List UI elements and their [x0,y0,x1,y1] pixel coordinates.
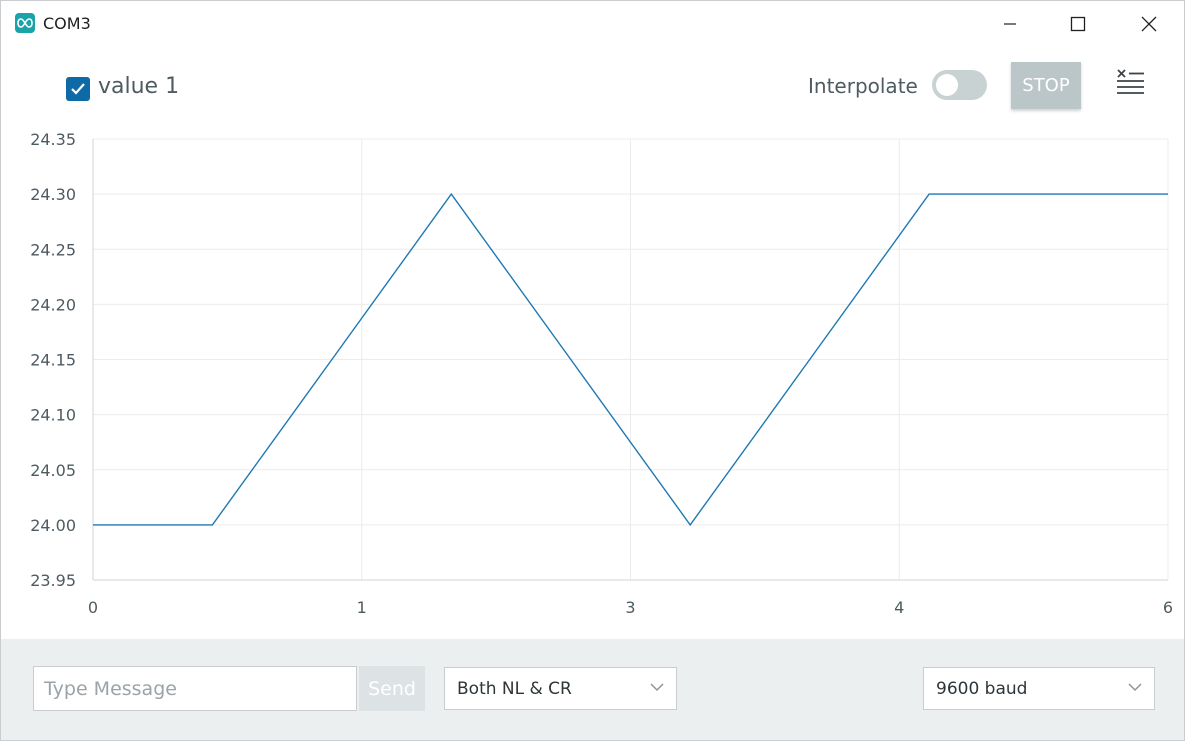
interpolate-label: Interpolate [808,74,918,98]
message-input[interactable]: Type Message [33,666,357,711]
x-tick-label: 0 [88,598,98,617]
clear-list-icon [1117,69,1144,94]
y-tick-label: 24.00 [30,516,76,535]
interpolate-toggle[interactable] [932,70,987,100]
send-button[interactable]: Send [359,666,425,711]
title-bar: COM3 [1,1,1184,47]
y-tick-label: 23.95 [30,571,76,590]
stop-button[interactable]: STOP [1011,62,1081,109]
y-tick-label: 24.05 [30,461,76,480]
x-tick-label: 4 [894,598,904,617]
x-tick-label: 1 [357,598,367,617]
maximize-button[interactable] [1055,1,1101,47]
y-tick-label: 24.20 [30,295,76,314]
close-icon [1141,16,1157,32]
y-tick-label: 24.30 [30,185,76,204]
checkmark-icon [71,83,85,95]
series-label[interactable]: value 1 [98,74,179,99]
line-ending-select[interactable]: Both NL & CR [444,667,677,710]
close-button[interactable] [1126,1,1172,47]
arduino-icon [15,13,35,33]
x-tick-label: 3 [625,598,635,617]
chevron-down-icon [650,683,664,692]
clear-button[interactable] [1111,67,1147,101]
y-tick-label: 24.35 [30,130,76,149]
footer-bar: Type Message Send Both NL & CR 9600 baud [1,639,1184,740]
series-checkbox[interactable] [66,77,90,101]
toggle-knob [936,74,958,96]
serial-plotter-window: COM3 value 1 Interpolate STOP 24.35 24.3… [0,0,1185,741]
plot-chart: 24.35 24.30 24.25 24.20 24.15 24.10 24.05 24.00… [30,130,1173,617]
y-tick-label: 24.15 [30,351,76,370]
x-tick-label: 6 [1163,598,1173,617]
minimize-icon [1004,23,1016,25]
line-ending-value: Both NL & CR [457,678,572,699]
baud-rate-select[interactable]: 9600 baud [923,667,1155,710]
baud-rate-value: 9600 baud [936,678,1028,699]
window-title: COM3 [43,14,91,33]
y-tick-label: 24.25 [30,240,76,259]
minimize-button[interactable] [987,1,1033,47]
maximize-icon [1070,16,1086,32]
y-tick-label: 24.10 [30,406,76,425]
chevron-down-icon [1128,683,1142,692]
